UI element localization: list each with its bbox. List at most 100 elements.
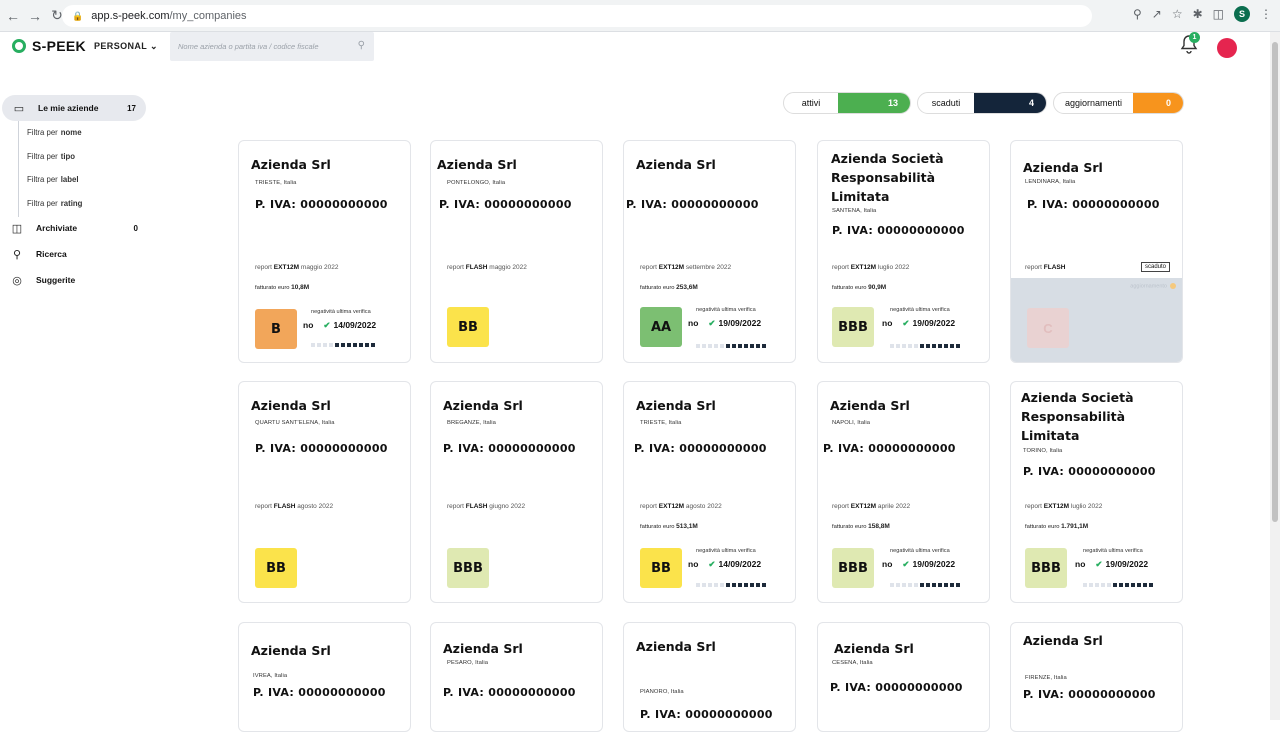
negativity-date: 19/09/2022 <box>912 318 956 328</box>
rating-badge: BB <box>255 548 297 588</box>
filter-prefix: Filtra per <box>27 151 58 161</box>
page-scrollbar[interactable] <box>1270 32 1280 720</box>
filter-by-type[interactable]: Filtra per tipo <box>19 145 82 169</box>
company-card[interactable]: Azienda Srl QUARTU SANT'ELENA, Italia P.… <box>238 381 411 603</box>
company-card[interactable]: Azienda Srl NAPOLI, Italia P. IVA: 00000… <box>817 381 990 603</box>
sidebar-item-suggested[interactable]: ◎ Suggerite <box>0 268 146 292</box>
company-card[interactable]: Azienda Srl BREGANZE, Italia P. IVA: 000… <box>430 381 603 603</box>
negativity-label: negatività ultima verifica <box>696 307 756 313</box>
filter-key: rating <box>60 198 83 208</box>
negativity-value: no <box>688 318 699 328</box>
report-prefix: report <box>640 264 657 271</box>
scrollbar-thumb[interactable] <box>1272 42 1278 522</box>
history-dots <box>1083 583 1153 587</box>
check-icon: ✔ <box>1095 559 1103 569</box>
company-card[interactable]: Azienda Srl FIRENZE, Italia P. IVA: 0000… <box>1010 622 1183 732</box>
history-dots <box>890 344 960 348</box>
company-city: PESARO, Italia <box>447 660 489 666</box>
turnover-value: 10,8M <box>291 284 310 291</box>
company-card[interactable]: Azienda Srl PONTELONGO, Italia P. IVA: 0… <box>430 140 603 363</box>
sidebar-item-my-companies[interactable]: ▭ Le mie aziende 17 <box>2 95 146 121</box>
report-prefix: report <box>255 264 272 271</box>
expired-badge: scaduto <box>1140 262 1170 272</box>
filter-by-name[interactable]: Filtra per nome <box>19 121 82 145</box>
company-city: CESENA, Italia <box>832 660 873 666</box>
company-card[interactable]: Azienda Srl IVREA, Italia P. IVA: 000000… <box>238 622 411 732</box>
stat-updates-pill[interactable]: aggiornamenti 0 <box>1053 92 1184 114</box>
back-arrow-icon[interactable]: ← <box>4 7 22 25</box>
filter-by-label[interactable]: Filtra per label <box>19 168 82 192</box>
rating-badge: AA <box>640 307 682 347</box>
company-city: NAPOLI, Italia <box>832 420 871 426</box>
history-dots <box>311 343 375 347</box>
turnover-prefix: fatturato euro <box>640 285 675 291</box>
company-vat: P. IVA: 00000000000 <box>823 442 956 455</box>
report-date: maggio 2022 <box>300 264 339 271</box>
stat-expired-pill[interactable]: scaduti 4 <box>917 92 1047 114</box>
company-card[interactable]: Azienda Srl CESENA, Italia P. IVA: 00000… <box>817 622 990 732</box>
report-type: FLASH <box>465 264 488 271</box>
sidebar-item-label: Suggerite <box>36 275 76 285</box>
rating-badge: BBB <box>832 548 874 588</box>
company-card[interactable]: Azienda Srl LENDINARA, Italia P. IVA: 00… <box>1010 140 1183 363</box>
company-card[interactable]: Azienda Società Responsabilità Limitata … <box>817 140 990 363</box>
report-info: report EXT12M settembre 2022 <box>640 264 731 271</box>
report-prefix: report <box>832 264 849 271</box>
negativity-result: no ✔ 19/09/2022 <box>882 318 955 329</box>
stat-active-pill[interactable]: attivi 13 <box>783 92 911 114</box>
company-search-input[interactable]: Nome azienda o partita iva / codice fisc… <box>170 32 374 61</box>
turnover-value: 158,8M <box>868 523 890 530</box>
search-icon[interactable]: ⚲ <box>358 40 365 51</box>
brand-logo[interactable]: S-PEEK <box>12 38 86 54</box>
report-info: report EXT12M luglio 2022 <box>832 264 909 271</box>
report-prefix: report <box>447 264 464 271</box>
sidebar-item-label: Ricerca <box>36 249 67 259</box>
report-date: agosto 2022 <box>297 503 334 510</box>
company-card[interactable]: Azienda Srl P. IVA: 00000000000 report E… <box>623 140 796 363</box>
report-info: report FLASH maggio 2022 <box>447 264 527 271</box>
search-placeholder: Nome azienda o partita iva / codice fisc… <box>178 42 319 51</box>
update-hint[interactable]: aggiornamento <box>1130 283 1176 289</box>
browser-profile-avatar[interactable]: S <box>1234 6 1250 22</box>
company-card[interactable]: Azienda Srl TRIESTE, Italia P. IVA: 0000… <box>238 140 411 363</box>
company-card[interactable]: Azienda Srl PESARO, Italia P. IVA: 00000… <box>430 622 603 732</box>
turnover-value: 253,6M <box>676 284 698 291</box>
company-city: SANTENA, Italia <box>832 208 877 214</box>
zoom-icon[interactable]: ⚲ <box>1133 7 1142 21</box>
company-card[interactable]: Azienda Srl PIANORO, Italia P. IVA: 0000… <box>623 622 796 732</box>
filter-by-rating[interactable]: Filtra per rating <box>19 192 82 216</box>
negativity-value: no <box>882 318 893 328</box>
forward-arrow-icon[interactable]: → <box>26 7 44 25</box>
report-prefix: report <box>832 503 849 510</box>
bookmark-star-icon[interactable]: ☆ <box>1172 7 1183 21</box>
company-vat: P. IVA: 00000000000 <box>640 708 773 721</box>
extensions-icon[interactable]: ✱ <box>1193 7 1203 21</box>
negativity-result: no ✔ 14/09/2022 <box>688 559 761 570</box>
company-vat: P. IVA: 00000000000 <box>443 686 576 699</box>
company-card[interactable]: Azienda Società Responsabilità Limitata … <box>1010 381 1183 603</box>
company-name: Azienda Srl <box>251 157 331 172</box>
stat-value: 13 <box>838 93 910 113</box>
rating-badge: BB <box>447 307 489 347</box>
report-info: report EXT12M aprile 2022 <box>832 503 910 510</box>
workspace-selector[interactable]: PERSONAL ⌄ <box>94 41 158 52</box>
update-label: aggiornamento <box>1130 283 1167 290</box>
report-type: EXT12M <box>850 264 877 271</box>
history-dots <box>696 583 766 587</box>
notifications-button[interactable]: 1 <box>1180 32 1200 56</box>
company-card[interactable]: Azienda Srl TRIESTE, Italia P. IVA: 0000… <box>623 381 796 603</box>
address-bar[interactable]: 🔒 app.s-peek.com/my_companies <box>62 5 1092 27</box>
browser-menu-icon[interactable]: ⋮ <box>1260 7 1272 21</box>
check-icon: ✔ <box>708 318 716 328</box>
user-avatar[interactable] <box>1217 38 1237 58</box>
share-icon[interactable]: ↗ <box>1152 7 1162 21</box>
negativity-result: no ✔ 14/09/2022 <box>303 320 376 331</box>
company-city: IVREA, Italia <box>253 673 288 679</box>
compass-icon: ◎ <box>12 274 22 287</box>
stat-value: 4 <box>974 93 1046 113</box>
side-panel-icon[interactable]: ◫ <box>1213 7 1224 21</box>
negativity-label: negatività ultima verifica <box>311 309 371 315</box>
sidebar-item-search[interactable]: ⚲ Ricerca <box>0 242 146 266</box>
company-name: Azienda Società Responsabilità Limitata <box>1021 390 1134 443</box>
sidebar-item-archived[interactable]: ◫ Archiviate 0 <box>0 216 146 240</box>
